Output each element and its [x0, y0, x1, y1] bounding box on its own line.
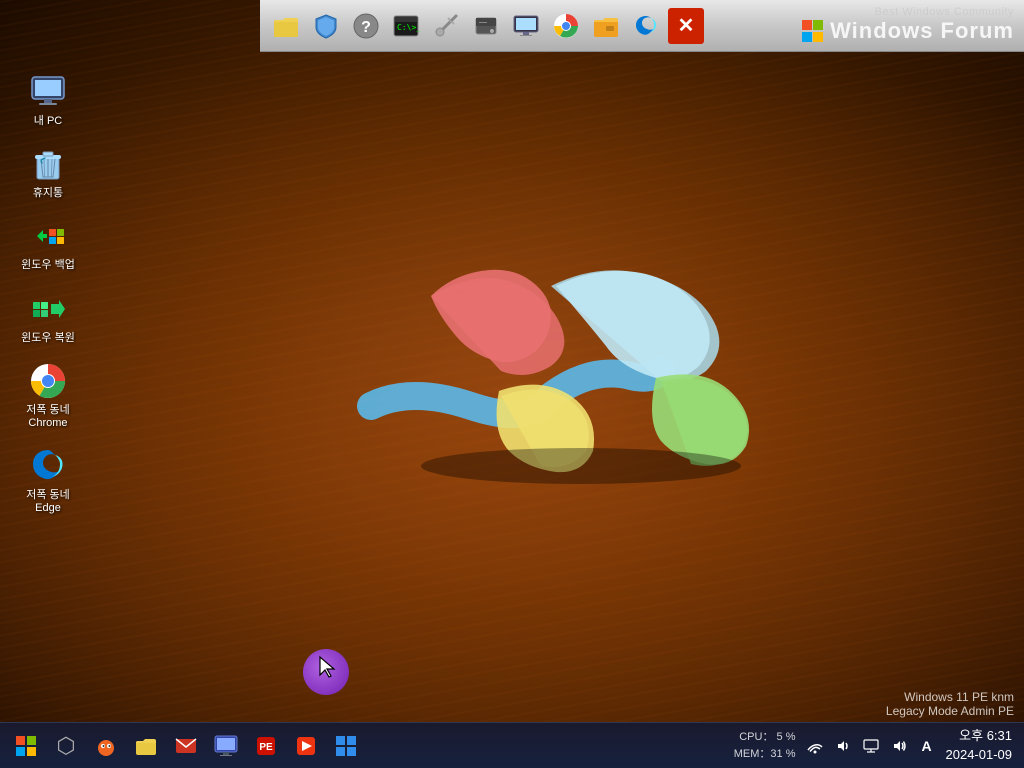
svg-text:PE: PE: [259, 742, 273, 753]
desktop-icon-windows-restore[interactable]: 윈도우 복원: [8, 285, 88, 349]
chrome-icon: [28, 361, 68, 401]
desktop-icon-recycle-bin[interactable]: 휴지통: [8, 140, 88, 204]
taskbar-app-folder[interactable]: [128, 728, 164, 764]
recycle-bin-icon: [28, 144, 68, 184]
purple-circle: [303, 649, 349, 695]
tray-icons: A: [804, 735, 938, 757]
clock-time: 오후 6:31: [946, 727, 1013, 745]
tray-monitor2-icon[interactable]: [860, 735, 882, 757]
svg-text:?: ?: [361, 19, 371, 36]
taskbar-app-redapp[interactable]: PE: [248, 728, 284, 764]
clock-date: 2024-01-09: [946, 746, 1013, 764]
center-windows-logo: [351, 206, 811, 486]
taskbar-app-hexagon[interactable]: ⬡: [48, 728, 84, 764]
desktop-icon-edge[interactable]: 저폭 동네 Edge: [8, 442, 88, 519]
tray-volume-icon[interactable]: [888, 735, 910, 757]
toolbar-tools-icon[interactable]: [428, 8, 464, 44]
toolbar-monitor-icon[interactable]: [508, 8, 544, 44]
toolbar-shield-icon[interactable]: [308, 8, 344, 44]
taskbar-app-mail[interactable]: [168, 728, 204, 764]
my-pc-icon: [28, 72, 68, 112]
windows-restore-icon: [28, 289, 68, 329]
edge-label: 저폭 동네 Edge: [26, 489, 70, 515]
taskbar: ⬡: [0, 722, 1024, 768]
taskbar-left: ⬡: [0, 728, 722, 764]
desktop-icon-my-pc[interactable]: 내 PC: [8, 68, 88, 132]
sysinfo-line1: Windows 11 PE knm: [886, 690, 1014, 704]
toolbar-folder2-icon[interactable]: [588, 8, 624, 44]
tray-speaker-icon[interactable]: [832, 735, 854, 757]
my-pc-label: 내 PC: [34, 115, 62, 128]
desktop-icons-container: 내 PC 휴지통: [0, 60, 100, 528]
toolbar: ? C:\>_: [260, 0, 1024, 52]
sysinfo-overlay: Windows 11 PE knm Legacy Mode Admin PE: [886, 690, 1014, 718]
mouse-cursor: [318, 655, 338, 675]
windows-backup-label: 윈도우 백업: [21, 259, 75, 272]
cpu-info: CPU： 5 %: [734, 729, 796, 746]
svg-text:C:\>_: C:\>_: [397, 23, 420, 32]
windows-restore-label: 윈도우 복원: [21, 332, 75, 345]
tray-keyboard-icon[interactable]: A: [916, 735, 938, 757]
system-info: CPU： 5 % MEM：31 %: [734, 729, 796, 762]
desktop-icon-windows-backup[interactable]: 윈도우 백업: [8, 212, 88, 276]
mem-info: MEM：31 %: [734, 746, 796, 763]
sysinfo-line2: Legacy Mode Admin PE: [886, 704, 1014, 718]
edge-icon: [28, 446, 68, 486]
start-button[interactable]: [8, 728, 44, 764]
taskbar-app-mascot[interactable]: [88, 728, 124, 764]
toolbar-edge-icon[interactable]: [628, 8, 664, 44]
toolbar-chrome-icon[interactable]: [548, 8, 584, 44]
toolbar-help-icon[interactable]: ?: [348, 8, 384, 44]
toolbar-terminal-icon[interactable]: C:\>_: [388, 8, 424, 44]
toolbar-drive-icon[interactable]: [468, 8, 504, 44]
windows-backup-icon: [28, 216, 68, 256]
clock[interactable]: 오후 6:31 2024-01-09: [946, 727, 1013, 763]
taskbar-app-monitor[interactable]: [208, 728, 244, 764]
recycle-bin-label: 휴지통: [33, 187, 63, 200]
toolbar-close-button[interactable]: ✕: [668, 8, 704, 44]
desktop-icon-chrome[interactable]: 저폭 동네 Chrome: [8, 357, 88, 434]
taskbar-right: CPU： 5 % MEM：31 %: [722, 727, 1024, 763]
taskbar-app-remote[interactable]: [288, 728, 324, 764]
chrome-label: 저폭 동네 Chrome: [26, 404, 70, 430]
toolbar-folder-icon[interactable]: [268, 8, 304, 44]
desktop: ? C:\>_: [0, 0, 1024, 768]
tray-network-icon[interactable]: [804, 735, 826, 757]
taskbar-app-windows[interactable]: [328, 728, 364, 764]
